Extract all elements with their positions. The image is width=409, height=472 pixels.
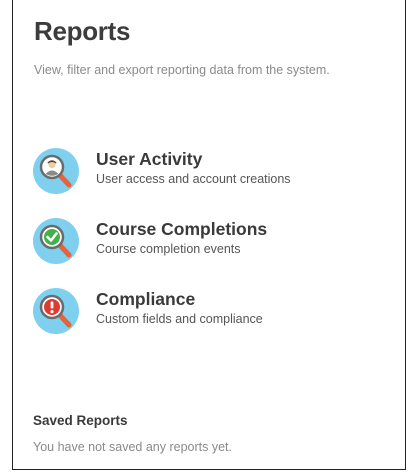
report-list: User Activity User access and account cr… xyxy=(33,145,393,355)
user-magnifier-icon xyxy=(33,148,79,194)
saved-reports-empty-message: You have not saved any reports yet. xyxy=(33,440,232,454)
report-title: Course Completions xyxy=(96,219,268,239)
report-description: User access and account creations xyxy=(96,172,291,186)
reports-panel: Reports View, filter and export reportin… xyxy=(12,0,406,470)
report-title: User Activity xyxy=(96,149,203,169)
report-item-compliance[interactable]: Compliance Custom fields and compliance xyxy=(33,285,393,355)
checkmark-magnifier-icon xyxy=(33,218,79,264)
page-subtitle: View, filter and export reporting data f… xyxy=(34,63,330,77)
report-description: Course completion events xyxy=(96,242,241,256)
report-description: Custom fields and compliance xyxy=(96,312,263,326)
page-title: Reports xyxy=(34,16,131,46)
saved-reports-heading: Saved Reports xyxy=(33,413,128,428)
report-item-user-activity[interactable]: User Activity User access and account cr… xyxy=(33,145,393,215)
alert-magnifier-icon xyxy=(33,288,79,334)
report-item-course-completions[interactable]: Course Completions Course completion eve… xyxy=(33,215,393,285)
report-title: Compliance xyxy=(96,289,196,309)
